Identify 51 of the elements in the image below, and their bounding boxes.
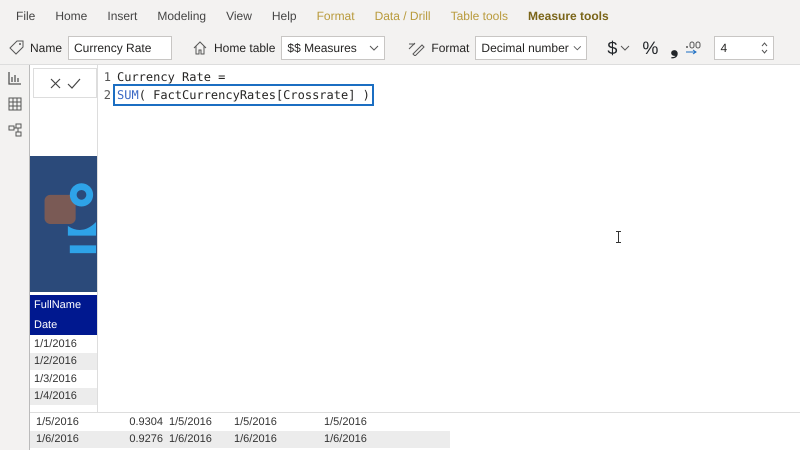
caret-icon <box>369 44 380 52</box>
commit-check-icon[interactable] <box>66 78 80 88</box>
column-header[interactable]: Date <box>30 315 97 335</box>
table-cell-text: 1/6/2016 <box>36 432 80 447</box>
table-cell-text: 1/5/2016 <box>324 414 368 430</box>
table-cell-text: 0.9304 <box>128 414 164 430</box>
table-cell-text: 1/1/2016 <box>33 336 78 352</box>
decrease-decimal-icon <box>684 40 702 56</box>
format-select[interactable]: Decimal number <box>475 36 588 60</box>
column-header[interactable]: FullName <box>30 295 97 315</box>
report-view-icon[interactable] <box>8 71 22 85</box>
ribbon-tab[interactable]: View <box>216 0 262 32</box>
name-field[interactable]: Currency Rate <box>68 36 172 60</box>
caret-icon <box>572 44 582 52</box>
code-line[interactable]: SUM( FactCurrencyRates[Crossrate] ) <box>115 86 372 104</box>
ribbon-tab[interactable]: Modeling <box>147 0 216 32</box>
name-label: Name <box>30 40 62 57</box>
home-table-label: Home table <box>214 40 276 57</box>
ribbon-tab[interactable]: Measure tools <box>518 0 619 32</box>
table-cell-text: 1/6/2016 <box>324 432 368 447</box>
table-cell-text: 1/6/2016 <box>234 432 278 447</box>
line-number: 2 <box>102 87 112 104</box>
ribbon-tab[interactable]: Home <box>45 0 98 32</box>
line-number: 1 <box>102 69 112 86</box>
format-brush-icon <box>407 40 426 56</box>
table-cell: 1/4/2016 <box>30 388 97 405</box>
table-cell-text: 1/5/2016 <box>36 414 80 430</box>
currency-button[interactable]: $ <box>607 34 630 62</box>
text-cursor-icon <box>615 231 622 243</box>
ribbon-tab[interactable]: File <box>6 0 46 32</box>
home-table-select[interactable]: $$ Measures <box>281 36 386 60</box>
model-view-icon[interactable] <box>8 123 22 137</box>
table-cell-text: 0.9276 <box>128 432 164 447</box>
home-icon <box>192 40 208 56</box>
table-view-icon[interactable] <box>8 97 22 111</box>
decimal-places-field[interactable]: 4 <box>714 36 774 60</box>
ribbon-tab[interactable]: Help <box>262 0 307 32</box>
table-cell-text: 1/6/2016 <box>169 432 213 447</box>
table-cell-text: 1/5/2016 <box>169 414 213 430</box>
format-label: Format <box>431 40 470 57</box>
table-cell-text: 1/5/2016 <box>234 414 278 430</box>
tag-icon <box>8 40 24 56</box>
cancel-icon[interactable] <box>50 78 60 88</box>
table-cell-text: 1/3/2016 <box>33 372 78 386</box>
caret-icon <box>620 44 630 52</box>
code-line[interactable]: Currency Rate = <box>115 68 228 86</box>
percent-button[interactable]: % <box>642 34 658 62</box>
spinner-arrows-icon <box>761 41 768 55</box>
comma-style-button[interactable]: ❟ <box>670 38 678 58</box>
ribbon-tab[interactable]: Insert <box>97 0 148 32</box>
table-cell: 1/2/2016 <box>30 352 97 370</box>
